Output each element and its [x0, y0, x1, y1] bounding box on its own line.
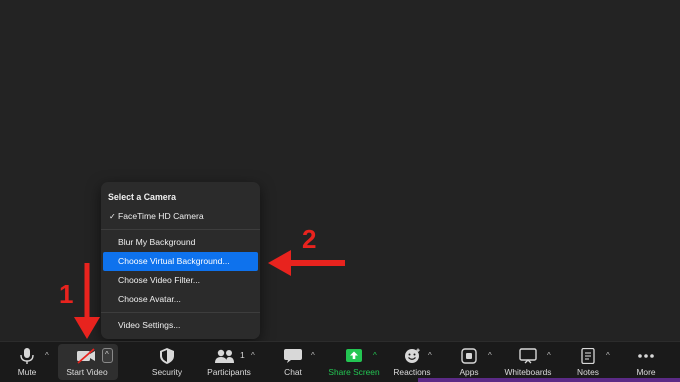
- annotation-arrows: [74, 250, 345, 339]
- arrow-down-to-start-video: [74, 263, 100, 339]
- step-number-2: 2: [302, 224, 317, 254]
- step-number-1: 1: [59, 279, 74, 309]
